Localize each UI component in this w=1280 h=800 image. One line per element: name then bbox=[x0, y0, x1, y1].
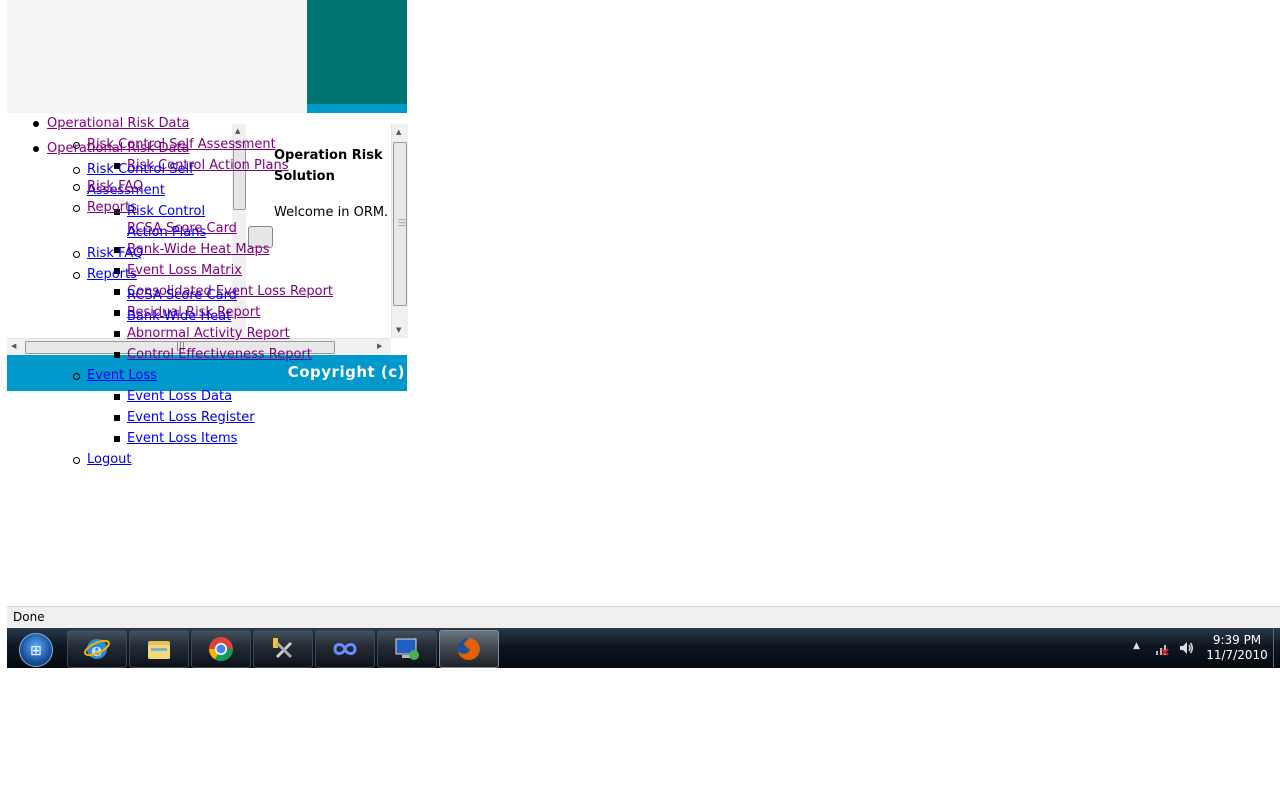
menu-link-event-loss[interactable]: Event Loss bbox=[87, 368, 157, 384]
bullet-disc bbox=[33, 121, 39, 127]
menu-link-rcsa-score-card[interactable]: RCSA Score Card bbox=[127, 288, 237, 304]
bullet-square bbox=[114, 352, 120, 358]
bullet-square bbox=[114, 289, 120, 295]
scroll-right-arrow-icon[interactable]: ▶ bbox=[377, 342, 382, 350]
menu-link-control-effectiveness-report[interactable]: Control Effectiveness Report bbox=[127, 347, 312, 363]
menu-link-bank-wide-heat-maps[interactable]: Bank-Wide Heat bbox=[127, 309, 231, 325]
menu-link-risk-control-self-assessment[interactable]: Risk Control Self bbox=[87, 162, 194, 178]
header-banner-left bbox=[7, 0, 307, 113]
taskbar-firefox[interactable] bbox=[439, 630, 499, 668]
menu-link-event-loss-register[interactable]: Event Loss Register bbox=[127, 410, 255, 426]
menu-link-event-loss-items[interactable]: Event Loss Items bbox=[127, 431, 237, 447]
menu-link-bank-wide-heat-maps[interactable]: Bank-Wide Heat Maps bbox=[127, 242, 270, 258]
windows-taskbar: ⊞ e ▲ 9:39 PM 11/7/2010 bbox=[7, 628, 1280, 668]
menu-link-abnormal-activity-report[interactable]: Abnormal Activity Report bbox=[127, 326, 290, 342]
taskbar-internet-explorer[interactable]: e bbox=[67, 630, 127, 668]
menu-link-event-loss-matrix[interactable]: Event Loss Matrix bbox=[127, 263, 242, 279]
bullet-square bbox=[114, 415, 120, 421]
menu-link-operational-risk-data[interactable]: Operational Risk Data bbox=[47, 116, 190, 132]
windows-logo-icon: ⊞ bbox=[19, 633, 53, 667]
bullet-circle bbox=[73, 457, 80, 464]
menu-link-reports[interactable]: Reports bbox=[87, 267, 137, 283]
bullet-circle bbox=[73, 167, 80, 174]
network-icon[interactable] bbox=[1155, 640, 1171, 656]
show-hidden-icons-arrow-icon[interactable]: ▲ bbox=[1133, 641, 1140, 681]
taskbar-infinity-app[interactable] bbox=[315, 630, 375, 668]
clock-date: 11/7/2010 bbox=[1206, 648, 1268, 662]
internet-explorer-icon: e bbox=[84, 639, 110, 661]
firefox-icon bbox=[458, 638, 480, 660]
remote-desktop-icon bbox=[395, 638, 419, 660]
infinity-icon bbox=[333, 643, 357, 655]
status-text: Done bbox=[13, 610, 45, 624]
volume-icon[interactable] bbox=[1178, 640, 1194, 656]
menu-link-event-loss-data[interactable]: Event Loss Data bbox=[127, 389, 232, 405]
taskbar-clock[interactable]: 9:39 PM 11/7/2010 bbox=[1202, 633, 1272, 663]
scroll-down-arrow-icon[interactable]: ▼ bbox=[396, 326, 401, 334]
frame-vertical-scroll-thumb[interactable]: — — — bbox=[393, 142, 407, 306]
chrome-icon bbox=[209, 637, 233, 662]
copyright-text: Copyright (c) bbox=[287, 363, 405, 381]
scroll-up-arrow-icon[interactable]: ▲ bbox=[235, 127, 240, 135]
scroll-up-arrow-icon[interactable]: ▲ bbox=[396, 128, 401, 136]
menu-link-risk-faq[interactable]: Risk FAQ bbox=[87, 179, 143, 195]
show-desktop-button[interactable] bbox=[1273, 628, 1280, 668]
taskbar-google-chrome[interactable] bbox=[191, 630, 251, 668]
folder-icon bbox=[148, 641, 170, 659]
bullet-square bbox=[114, 394, 120, 400]
scroll-left-arrow-icon[interactable]: ◀ bbox=[11, 342, 16, 350]
bullet-circle bbox=[73, 272, 80, 279]
bullet-circle bbox=[73, 251, 80, 258]
menu-link-risk-control-action-plans[interactable]: Action Plans bbox=[127, 225, 206, 241]
menu-link-risk-control-self-assessment[interactable]: Risk Control Self Assessment bbox=[87, 137, 276, 153]
menu-link-logout[interactable]: Logout bbox=[87, 452, 132, 468]
page-heading: Operation Risk Solution bbox=[274, 148, 383, 184]
scroll-grip-icon: — — — bbox=[398, 215, 406, 230]
bullet-circle bbox=[73, 205, 80, 212]
frame-vertical-scrollbar[interactable]: ▲ — — — ▼ bbox=[391, 124, 408, 338]
header-banner-strip bbox=[307, 104, 407, 113]
taskbar-windows-explorer[interactable] bbox=[129, 630, 189, 668]
header-banner-logo-block bbox=[307, 0, 407, 104]
bullet-square bbox=[114, 436, 120, 442]
menu-link-risk-control-action-plans[interactable]: Risk Control bbox=[127, 204, 205, 220]
bullet-circle bbox=[73, 184, 80, 191]
bullet-square bbox=[114, 331, 120, 337]
bullet-disc bbox=[33, 146, 39, 152]
taskbar-tools[interactable] bbox=[253, 630, 313, 668]
start-button[interactable]: ⊞ bbox=[11, 630, 57, 667]
welcome-text: Welcome in ORM. bbox=[274, 205, 389, 220]
bullet-square bbox=[114, 310, 120, 316]
menu-link-risk-faq[interactable]: Risk FAQ bbox=[87, 246, 143, 262]
browser-status-bar: Done bbox=[7, 606, 1280, 628]
taskbar-remote-desktop[interactable] bbox=[377, 630, 437, 668]
clock-time: 9:39 PM bbox=[1212, 633, 1262, 647]
bullet-circle bbox=[73, 373, 80, 380]
tools-icon bbox=[273, 638, 293, 659]
